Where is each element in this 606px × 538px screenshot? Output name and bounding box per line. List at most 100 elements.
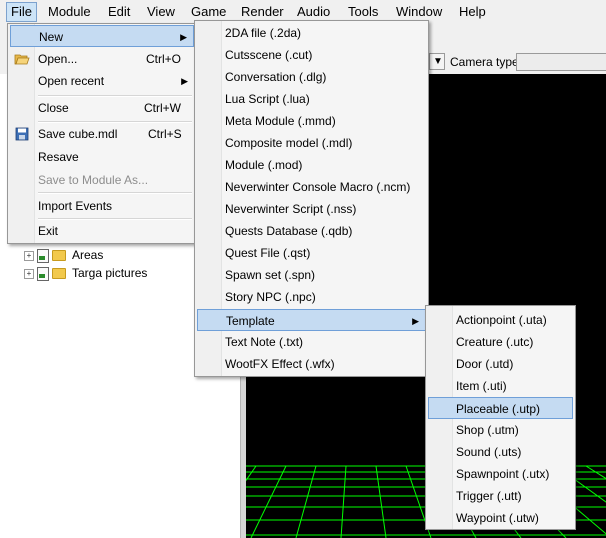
folder-icon [52,268,66,280]
open-folder-icon [14,54,30,65]
template-item-door[interactable]: Door (.utd) [428,353,573,375]
menu-help[interactable]: Help [459,2,486,22]
folder-icon [52,250,66,262]
menu-window[interactable]: Window [396,2,442,22]
menu-item-import-events[interactable]: Import Events [10,195,194,217]
menu-item-label: Spawnpoint (.utx) [456,467,550,481]
menu-edit[interactable]: Edit [108,2,130,22]
template-item-item[interactable]: Item (.uti) [428,375,573,397]
menu-item-label: Shop (.utm) [456,423,519,437]
menu-item-label: Open recent [38,74,105,88]
new-item-cutscene[interactable]: Cutsscene (.cut) [197,44,426,66]
new-item-module[interactable]: Module (.mod) [197,154,426,176]
new-item-lua-script[interactable]: Lua Script (.lua) [197,88,426,110]
submenu-arrow-icon: ▶ [412,316,419,326]
menu-item-label: Trigger (.utt) [456,489,522,503]
menu-item-close[interactable]: Close Ctrl+W [10,97,194,119]
menu-module[interactable]: Module [48,2,91,22]
template-item-placeable[interactable]: Placeable (.utp) [428,397,573,419]
new-item-console-macro[interactable]: Neverwinter Console Macro (.ncm) [197,176,426,198]
menu-item-label: Sound (.uts) [456,445,522,459]
template-item-creature[interactable]: Creature (.utc) [428,331,573,353]
menu-item-resave[interactable]: Resave [10,146,194,168]
menu-item-save[interactable]: Save cube.mdl Ctrl+S [10,123,194,145]
menu-item-shortcut: Ctrl+O [146,52,182,66]
document-icon [37,266,49,281]
tree-item-label: Areas [72,248,104,262]
menu-item-new[interactable]: New ▶ [10,25,194,47]
combo-dropdown-button[interactable]: ▼ [429,53,445,70]
menu-render[interactable]: Render [241,2,284,22]
template-item-trigger[interactable]: Trigger (.utt) [428,485,573,507]
menu-item-label: Meta Module (.mmd) [225,114,336,128]
template-item-actionpoint[interactable]: Actionpoint (.uta) [428,309,573,331]
menu-item-label: Conversation (.dlg) [225,70,327,84]
menu-item-label: Template [226,314,275,328]
tree-item-label: Targa pictures [72,266,148,280]
new-item-composite-model[interactable]: Composite model (.mdl) [197,132,426,154]
menu-item-label: Resave [38,150,79,164]
menu-item-label: Neverwinter Script (.nss) [225,202,357,216]
menu-item-label: Actionpoint (.uta) [456,313,547,327]
menu-item-label: Waypoint (.utw) [456,511,539,525]
file-menu: New ▶ Open... Ctrl+O Open recent ▶ Close… [7,23,197,244]
template-item-waypoint[interactable]: Waypoint (.utw) [428,507,573,529]
submenu-arrow-icon: ▶ [180,32,187,42]
menu-item-label: Save cube.mdl [38,127,118,141]
menu-item-shortcut: Ctrl+W [144,101,181,115]
new-item-story-npc[interactable]: Story NPC (.npc) [197,286,426,308]
new-item-spawn-set[interactable]: Spawn set (.spn) [197,264,426,286]
camera-type-label: Camera type [450,55,519,69]
template-item-spawnpoint[interactable]: Spawnpoint (.utx) [428,463,573,485]
new-item-meta-module[interactable]: Meta Module (.mmd) [197,110,426,132]
expand-icon[interactable]: + [24,268,34,279]
save-disk-icon [15,127,29,141]
new-submenu: 2DA file (.2da) Cutsscene (.cut) Convers… [194,20,429,377]
menu-item-label: New [39,30,64,44]
menu-item-label: Item (.uti) [456,379,507,393]
template-item-sound[interactable]: Sound (.uts) [428,441,573,463]
menu-item-exit[interactable]: Exit [10,220,194,242]
menu-item-label: Placeable (.utp) [456,402,541,416]
menu-item-label: Spawn set (.spn) [225,268,316,282]
menu-item-label: Creature (.utc) [456,335,534,349]
menu-item-label: Lua Script (.lua) [225,92,310,106]
new-item-text-note[interactable]: Text Note (.txt) [197,331,426,353]
menu-item-label: Open... [38,52,78,66]
menu-game[interactable]: Game [191,2,226,22]
chevron-down-icon: ▼ [433,56,443,67]
menu-item-label: Door (.utd) [456,357,514,371]
menu-audio[interactable]: Audio [297,2,330,22]
menu-item-label: WootFX Effect (.wfx) [225,357,335,371]
menu-item-label: Composite model (.mdl) [225,136,353,150]
new-item-2da[interactable]: 2DA file (.2da) [197,22,426,44]
menu-item-label: Story NPC (.npc) [225,290,316,304]
menu-item-label: Close [38,101,69,115]
new-item-conversation[interactable]: Conversation (.dlg) [197,66,426,88]
menu-item-label: Quest File (.qst) [225,246,311,260]
menu-item-label: Import Events [38,199,113,213]
new-item-wootfx-effect[interactable]: WootFX Effect (.wfx) [197,353,426,375]
new-item-quest-file[interactable]: Quest File (.qst) [197,242,426,264]
tree-item-areas[interactable]: + Areas [24,247,103,263]
expand-icon[interactable]: + [24,250,34,261]
menu-file[interactable]: File [6,2,37,22]
menu-item-open-recent[interactable]: Open recent ▶ [10,70,194,92]
camera-type-select[interactable] [516,53,606,71]
menu-item-shortcut: Ctrl+S [148,127,182,141]
menu-item-open[interactable]: Open... Ctrl+O [10,48,194,70]
menu-item-label: Save to Module As... [38,173,149,187]
menu-item-label: Module (.mod) [225,158,303,172]
menu-item-label: 2DA file (.2da) [225,26,302,40]
new-item-script[interactable]: Neverwinter Script (.nss) [197,198,426,220]
submenu-arrow-icon: ▶ [181,76,188,86]
menu-item-save-to-module-as: Save to Module As... [10,169,194,191]
template-item-shop[interactable]: Shop (.utm) [428,419,573,441]
menu-item-label: Text Note (.txt) [225,335,304,349]
menu-item-label: Exit [38,224,59,238]
menu-view[interactable]: View [147,2,175,22]
new-item-quests-database[interactable]: Quests Database (.qdb) [197,220,426,242]
new-item-template[interactable]: Template ▶ [197,309,426,331]
menu-tools[interactable]: Tools [348,2,378,22]
tree-item-targa-pictures[interactable]: + Targa pictures [24,265,147,281]
